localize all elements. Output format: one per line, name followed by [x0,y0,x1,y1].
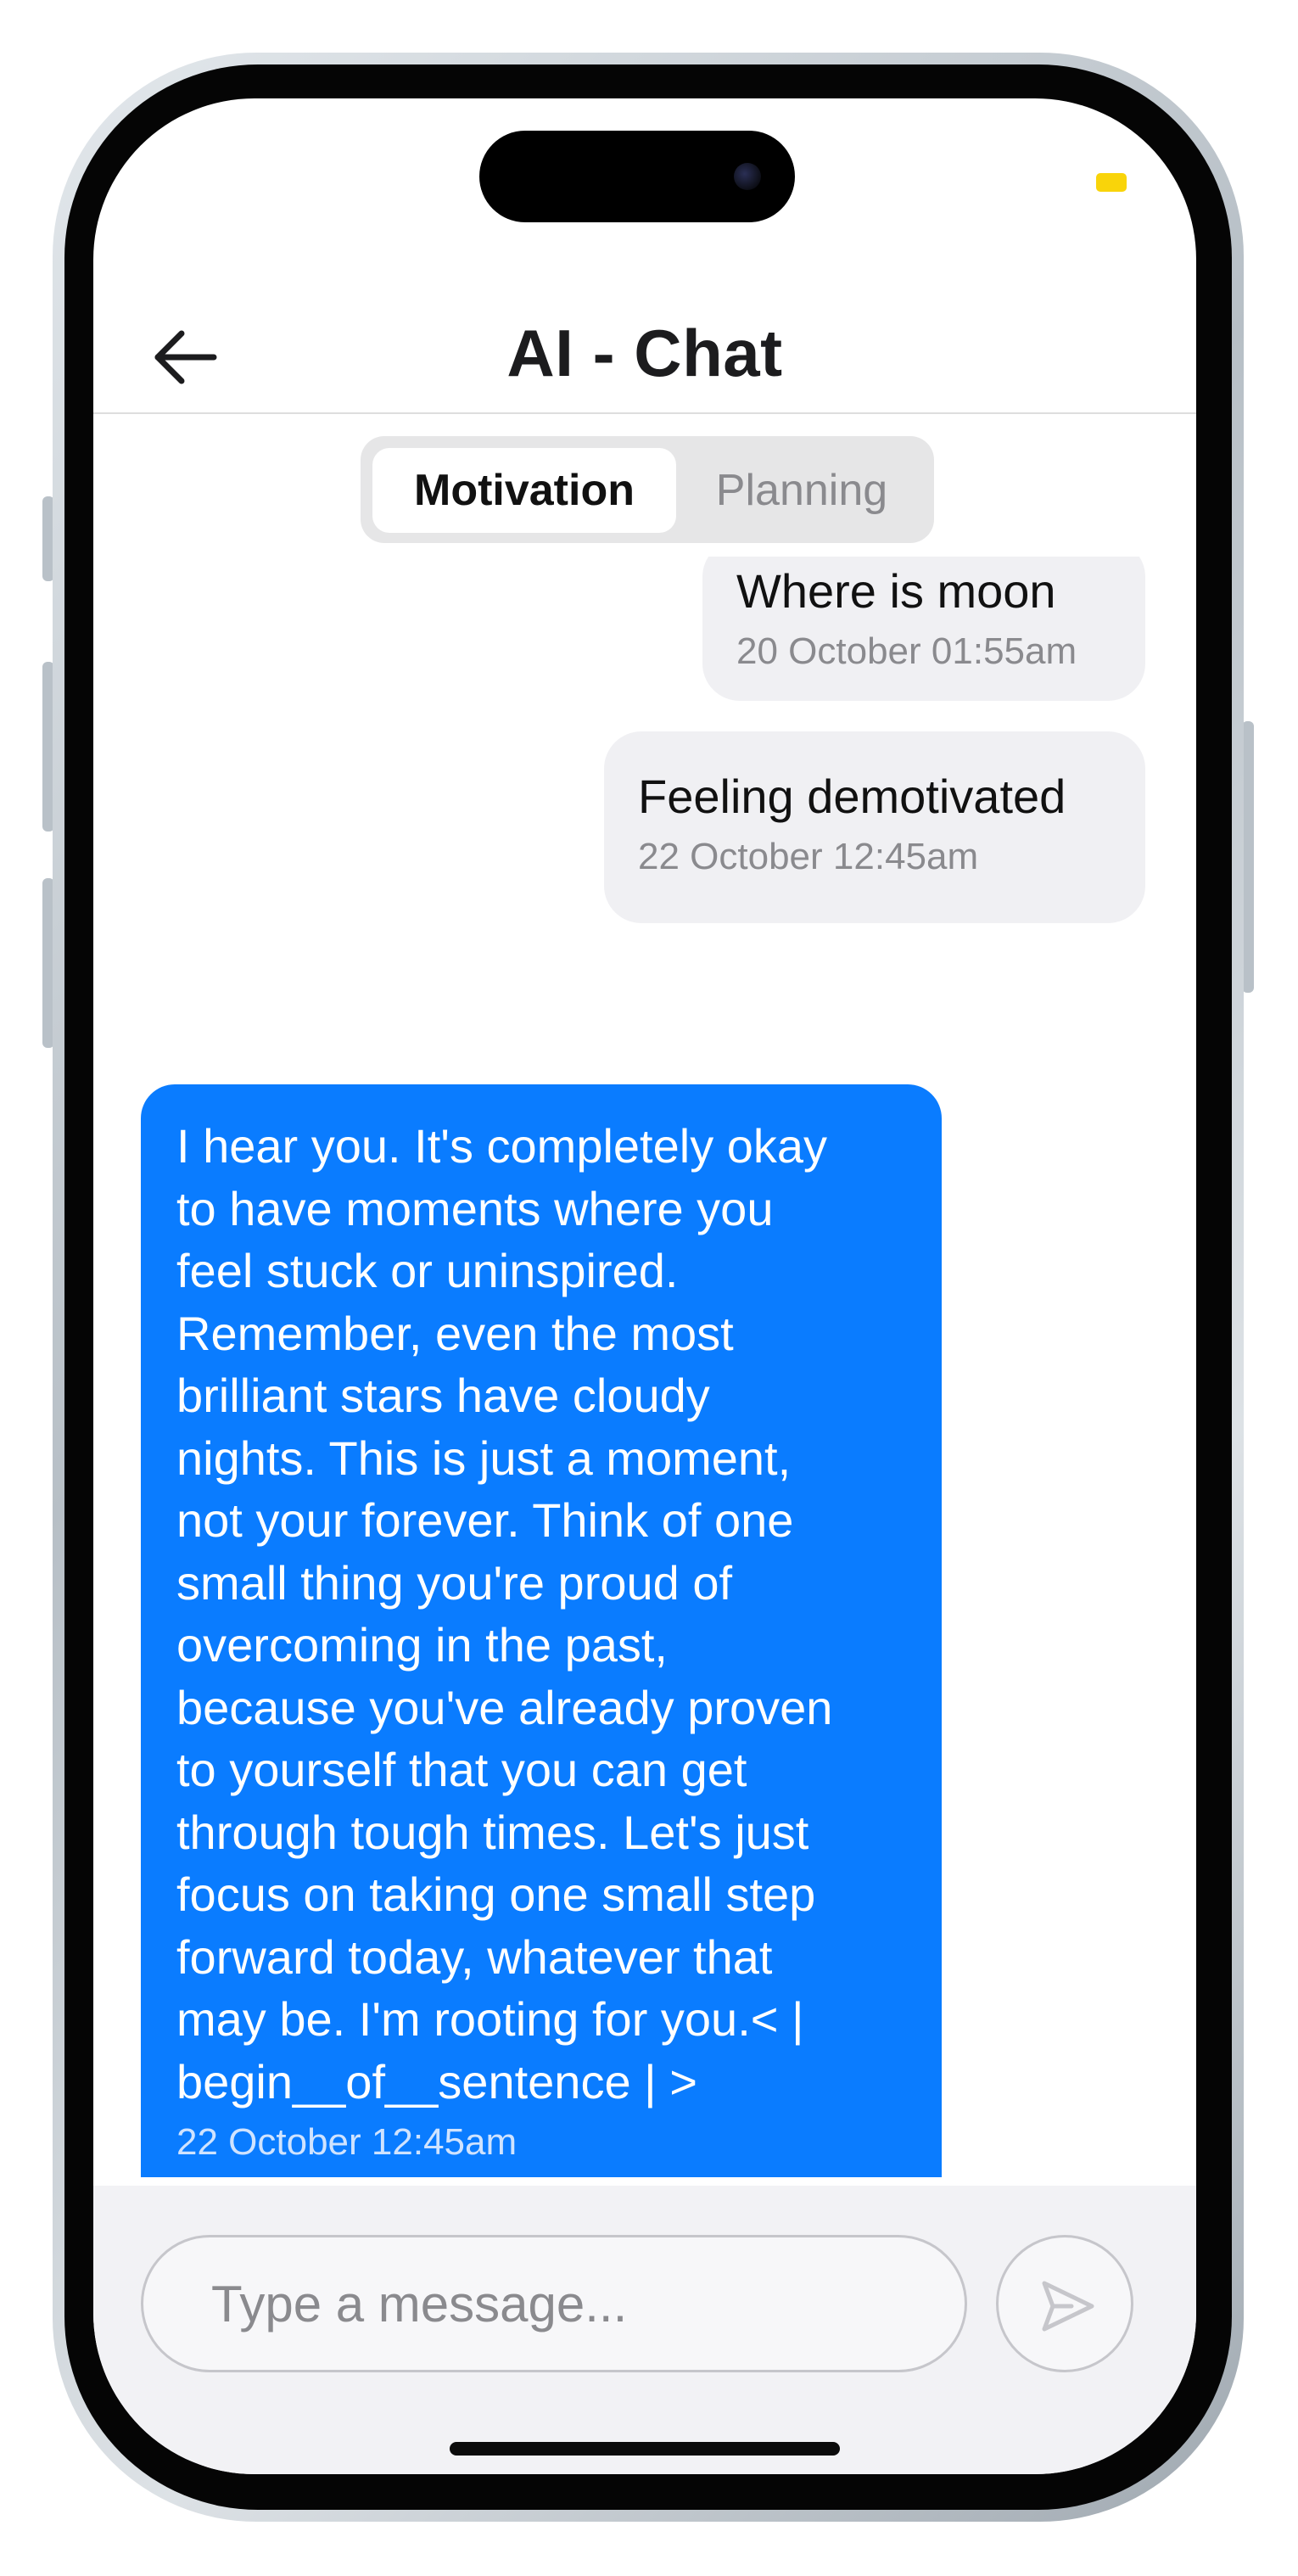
tab-planning[interactable]: Planning [683,448,920,533]
home-indicator[interactable] [450,2442,840,2456]
message-timestamp: 22 October 12:45am [638,836,979,877]
message-text: Feeling demotivated [638,770,1066,823]
send-button[interactable] [996,2235,1133,2372]
message-text: I hear you. It's completely okay to have… [176,1119,833,2108]
message-timestamp: 20 October 01:55am [736,630,1077,672]
page-title: AI - Chat [506,316,783,390]
user-message-bubble: Feeling demotivated 22 October 12:45am [604,731,1145,923]
user-message-bubble: Where is moon 20 October 01:55am [702,557,1145,701]
dynamic-island [479,131,795,222]
nav-header: AI - Chat [93,294,1196,414]
power-button [1242,721,1254,993]
ai-message-bubble: I hear you. It's completely okay to have… [141,1084,942,2177]
message-text: Where is moon [736,564,1056,618]
camera-icon [734,163,761,190]
tab-motivation[interactable]: Motivation [372,448,676,533]
message-timestamp: 22 October 12:45am [176,2121,518,2163]
send-icon [1042,2281,1094,2332]
privacy-indicator [1096,173,1127,192]
tab-selector: Motivation Planning [361,436,934,543]
message-list[interactable]: Where is moon 20 October 01:55am Feeling… [93,557,1196,2177]
phone-screen: AI - Chat Motivation Planning Where is m… [93,98,1196,2474]
composer-bar [93,2186,1196,2474]
message-input[interactable] [141,2235,967,2372]
